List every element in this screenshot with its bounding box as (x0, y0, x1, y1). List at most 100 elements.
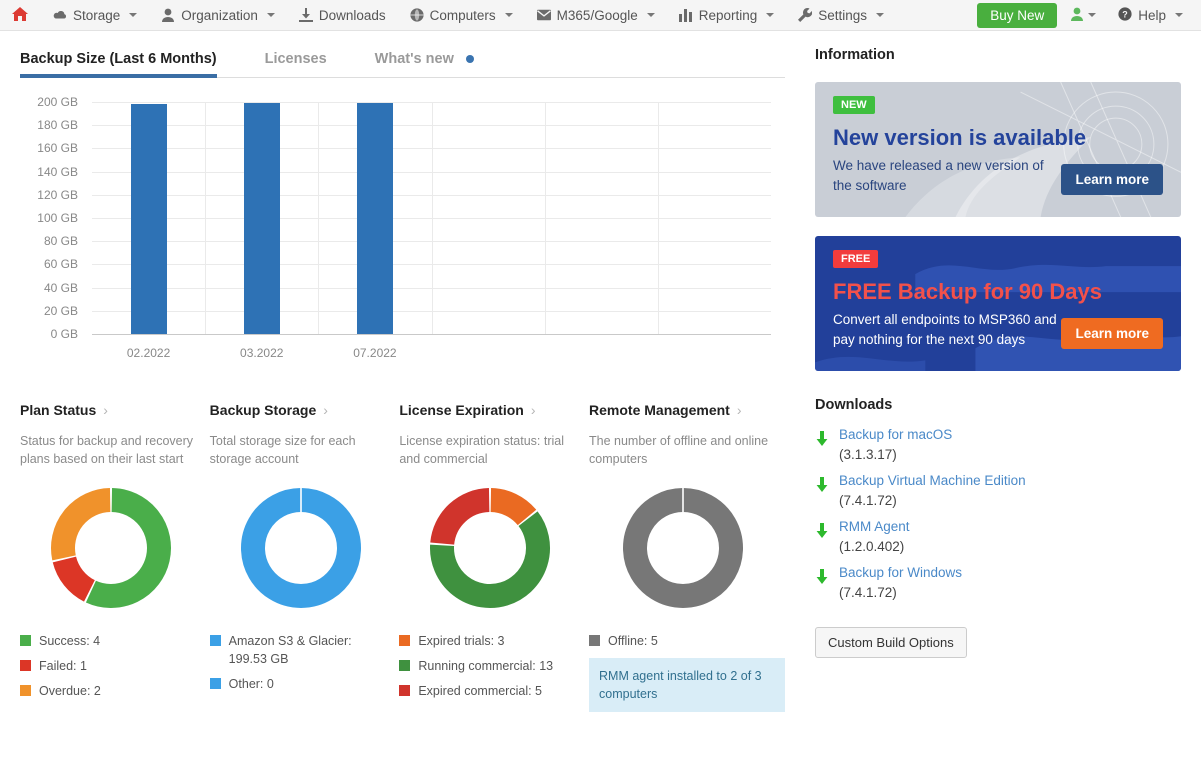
nav-item-computers[interactable]: Computers (398, 0, 525, 31)
user-avatar-icon (1071, 7, 1083, 24)
chevron-down-icon (766, 13, 774, 17)
chart-x-tick-label: 02.2022 (127, 346, 170, 360)
legend-label: Amazon S3 & Glacier: 199.53 GB (229, 632, 392, 668)
chevron-down-icon (1175, 13, 1183, 17)
donut-segment[interactable] (64, 559, 89, 590)
widget-title-link[interactable]: Plan Status › (20, 402, 202, 418)
chevron-down-icon (267, 13, 275, 17)
widget-title-link[interactable]: Remote Management › (589, 402, 777, 418)
chart-y-axis: 200 GB180 GB160 GB140 GB120 GB100 GB80 G… (20, 102, 82, 334)
download-link[interactable]: Backup Virtual Machine Edition (839, 473, 1026, 488)
license-expiration-donut-chart (399, 484, 581, 614)
banner-title: FREE Backup for 90 Days (833, 279, 1163, 305)
page-body: Backup Size (Last 6 Months) Licenses Wha… (0, 31, 1201, 766)
donut-start-gap (682, 488, 684, 512)
banner-new-version[interactable]: NEW New version is available We have rel… (815, 82, 1181, 217)
donut-segment[interactable] (63, 500, 110, 558)
rmm-agent-info-box: RMM agent installed to 2 of 3 computers (589, 658, 785, 712)
tab-backup-size[interactable]: Backup Size (Last 6 Months) (20, 51, 217, 77)
legend-item: Expired trials: 3 (399, 632, 581, 650)
widget-description: Status for backup and recovery plans bas… (20, 432, 202, 470)
download-version: (7.4.1.72) (839, 493, 897, 508)
nav-item-reporting[interactable]: Reporting (667, 0, 787, 31)
chart-y-tick-label: 60 GB (44, 257, 78, 271)
chart-y-tick-label: 0 GB (51, 327, 78, 341)
download-arrow-icon (815, 431, 829, 450)
donut-segment[interactable] (91, 500, 159, 596)
donut-segment[interactable] (635, 500, 731, 596)
donut-segment[interactable] (491, 500, 527, 517)
help-menu-button[interactable]: ? Help (1106, 7, 1191, 24)
legend-color-swatch (399, 635, 410, 646)
tab-licenses[interactable]: Licenses (265, 51, 327, 77)
tab-whats-new[interactable]: What's new (375, 51, 474, 77)
chevron-right-icon: › (103, 402, 108, 418)
legend-item: Offline: 5 (589, 632, 777, 650)
legend-item: Overdue: 2 (20, 682, 202, 700)
widget-license-expiration: License Expiration › License expiration … (399, 402, 589, 712)
legend-item: Failed: 1 (20, 657, 202, 675)
nav-item-downloads[interactable]: Downloads (287, 0, 398, 31)
legend-item: Expired commercial: 5 (399, 682, 581, 700)
widget-title-link[interactable]: Backup Storage › (210, 402, 392, 418)
chart-bar[interactable] (357, 103, 393, 334)
download-link[interactable]: RMM Agent (839, 519, 910, 534)
learn-more-button[interactable]: Learn more (1061, 164, 1163, 195)
remote-management-legend: Offline: 5 (589, 632, 777, 650)
nav-item-settings[interactable]: Settings (786, 0, 896, 31)
widget-title: Remote Management (589, 402, 730, 418)
custom-build-options-button[interactable]: Custom Build Options (815, 627, 967, 658)
chart-x-tick-label: 07.2022 (353, 346, 396, 360)
nav-item-storage[interactable]: Storage (41, 0, 149, 31)
chart-bar[interactable] (131, 104, 167, 334)
donut-segment[interactable] (253, 500, 349, 596)
chart-bar[interactable] (244, 103, 280, 334)
download-item[interactable]: Backup Virtual Machine Edition (7.4.1.72) (815, 471, 1181, 510)
legend-label: Offline: 5 (608, 632, 658, 650)
buy-new-button[interactable]: Buy New (977, 3, 1057, 28)
download-link[interactable]: Backup for Windows (839, 565, 962, 580)
chart-vertical-gridline (205, 102, 206, 334)
download-link[interactable]: Backup for macOS (839, 427, 952, 442)
learn-more-button[interactable]: Learn more (1061, 318, 1163, 349)
nav-item-label: M365/Google (557, 8, 638, 23)
information-heading: Information (815, 31, 1181, 63)
widget-title-link[interactable]: License Expiration › (399, 402, 581, 418)
chart-y-tick-label: 100 GB (37, 211, 78, 225)
backup-storage-legend: Amazon S3 & Glacier: 199.53 GBOther: 0 (210, 632, 392, 693)
download-item[interactable]: RMM Agent(1.2.0.402) (815, 517, 1181, 556)
download-item[interactable]: Backup for Windows(7.4.1.72) (815, 563, 1181, 602)
whats-new-dot-icon (466, 55, 474, 63)
legend-color-swatch (589, 635, 600, 646)
legend-color-swatch (210, 635, 221, 646)
remote-management-donut-chart (589, 484, 777, 614)
legend-label: Success: 4 (39, 632, 100, 650)
nav-item-organization[interactable]: Organization (149, 0, 287, 31)
help-circle-icon: ? (1118, 7, 1132, 24)
widget-title: Backup Storage (210, 402, 317, 418)
banner-free-backup[interactable]: FREE FREE Backup for 90 Days Convert all… (815, 236, 1181, 371)
legend-label: Failed: 1 (39, 657, 87, 675)
widget-description: License expiration status: trial and com… (399, 432, 581, 470)
nav-item-m365-google[interactable]: M365/Google (525, 0, 667, 31)
donut-segment[interactable] (442, 500, 489, 544)
cloud-icon (53, 8, 67, 22)
nav-left-group: Storage Organization Downloads Computers (0, 0, 896, 31)
download-item[interactable]: Backup for macOS(3.1.3.17) (815, 425, 1181, 464)
chart-y-tick-label: 140 GB (37, 165, 78, 179)
widget-title: Plan Status (20, 402, 96, 418)
widget-description: Total storage size for each storage acco… (210, 432, 392, 470)
home-button[interactable] (0, 0, 41, 31)
legend-color-swatch (210, 678, 221, 689)
donut-svg (426, 484, 554, 612)
chevron-right-icon: › (531, 402, 536, 418)
user-menu-button[interactable] (1061, 7, 1106, 24)
download-icon (299, 8, 313, 22)
legend-color-swatch (20, 635, 31, 646)
legend-color-swatch (20, 660, 31, 671)
chart-y-tick-label: 40 GB (44, 281, 78, 295)
chart-y-tick-label: 180 GB (37, 118, 78, 132)
chart-plot-area: 02.202203.202207.2022 (92, 102, 771, 334)
chart-x-tick-label: 03.2022 (240, 346, 283, 360)
banner-subtitle: We have released a new version of the so… (833, 156, 1058, 195)
